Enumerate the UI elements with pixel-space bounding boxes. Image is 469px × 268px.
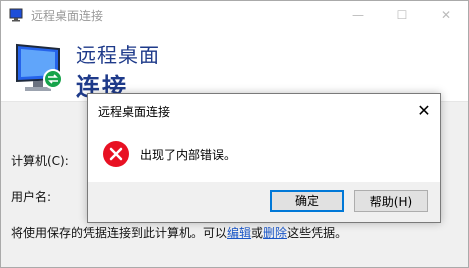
help-button[interactable]: 帮助(H): [354, 190, 428, 212]
dialog-close-button[interactable]: ✕: [408, 94, 440, 126]
titlebar: 远程桌面连接 — ☐ ✕: [1, 1, 468, 29]
error-message: 出现了内部错误。: [140, 148, 237, 162]
edit-credentials-link[interactable]: 编辑: [227, 226, 251, 240]
username-label: 用户名:: [11, 190, 52, 204]
rdp-main-window: 远程桌面连接 — ☐ ✕ 远程桌面 连接 计算机(C): 用户名: 将使用保存的…: [0, 0, 469, 268]
header-banner: 远程桌面 连接: [1, 29, 468, 102]
delete-credentials-link[interactable]: 删除: [263, 226, 287, 240]
dialog-footer: 确定 帮助(H): [88, 182, 440, 222]
dialog-titlebar: 远程桌面连接 ✕: [88, 94, 440, 126]
credentials-info-prefix: 将使用保存的凭据连接到此计算机。可以: [11, 226, 228, 240]
credentials-info-suffix: 这些凭据。: [287, 226, 348, 240]
minimize-button[interactable]: —: [336, 1, 380, 29]
remote-desktop-monitor-icon: [16, 43, 63, 91]
computer-label: 计算机(C):: [11, 154, 69, 168]
dialog-content: 出现了内部错误。: [88, 126, 440, 182]
close-button[interactable]: ✕: [424, 1, 468, 29]
error-icon: [103, 141, 129, 167]
ok-button[interactable]: 确定: [270, 190, 344, 212]
window-title: 远程桌面连接: [31, 8, 104, 23]
credentials-or-text: 或: [251, 226, 264, 240]
header-title-line1: 远程桌面: [76, 43, 160, 67]
rdp-app-icon: [9, 8, 23, 22]
maximize-button[interactable]: ☐: [380, 1, 424, 29]
window-controls: — ☐ ✕: [336, 1, 468, 29]
error-dialog: 远程桌面连接 ✕ 出现了内部错误。 确定 帮助(H): [87, 93, 441, 223]
credentials-info: 将使用保存的凭据连接到此计算机。可以编辑或删除这些凭据。: [11, 224, 347, 241]
dialog-title: 远程桌面连接: [98, 105, 171, 119]
